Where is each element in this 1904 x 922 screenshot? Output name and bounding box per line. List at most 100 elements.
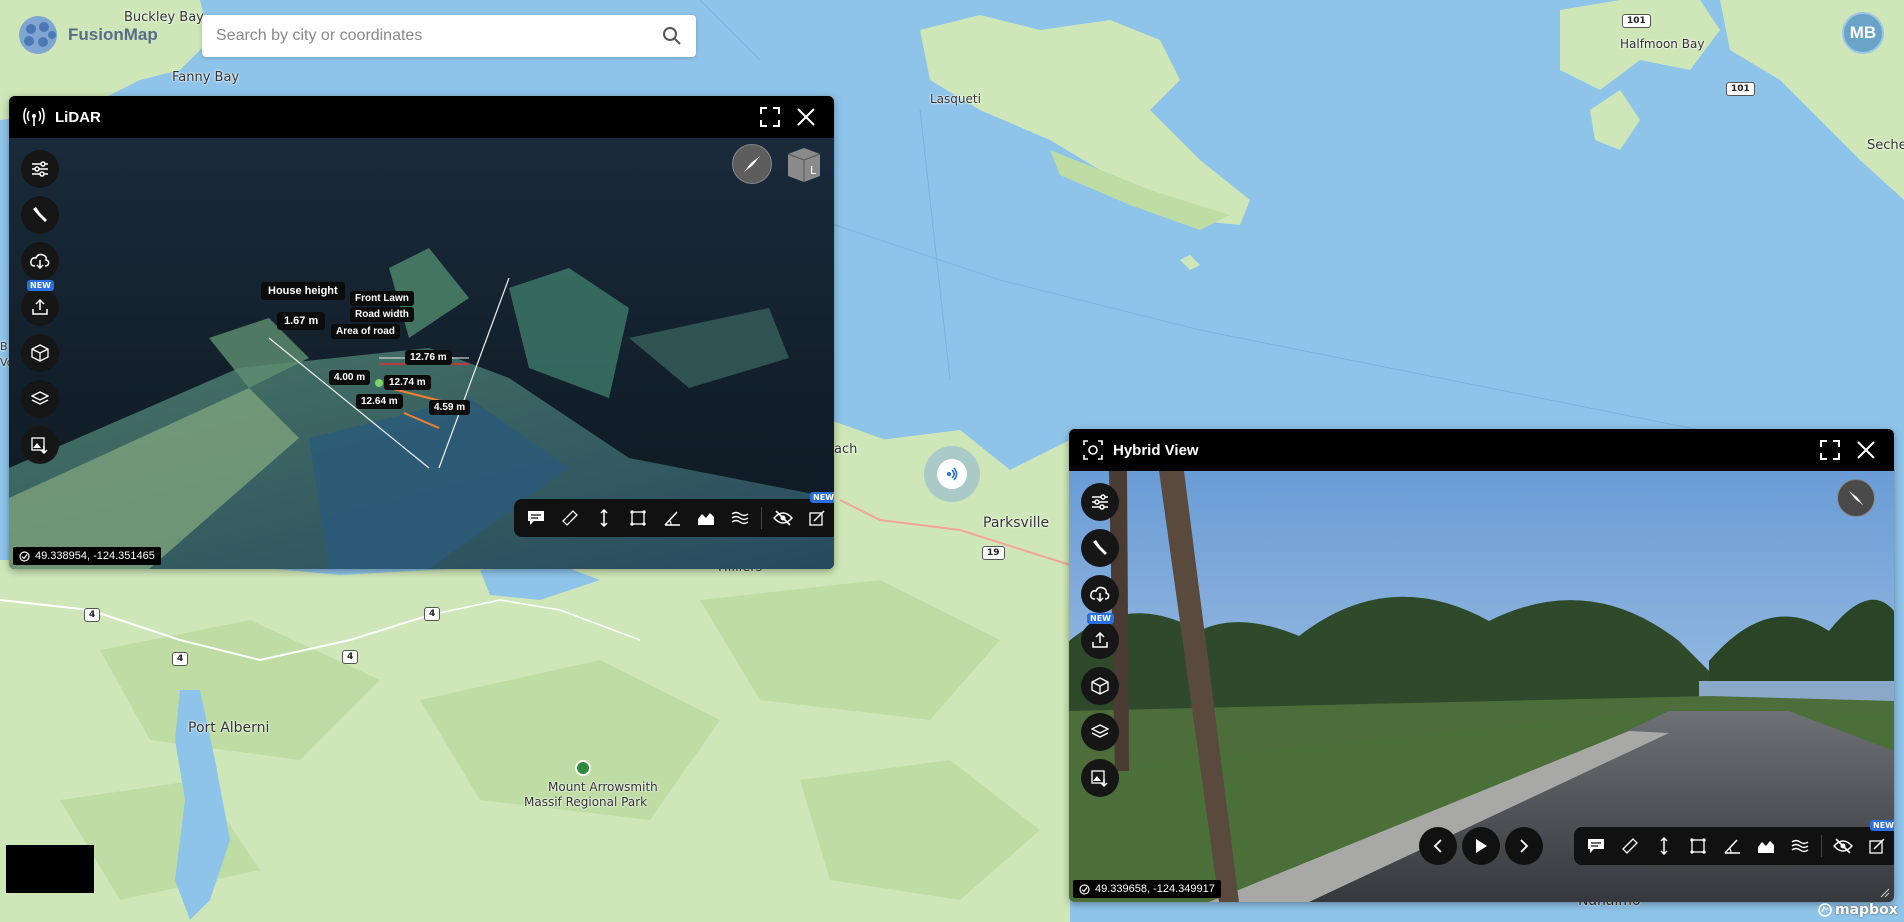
fullscreen-icon	[760, 107, 780, 127]
wrench-icon	[1093, 540, 1107, 555]
measure-area-button[interactable]	[622, 502, 654, 534]
profile-button[interactable]	[690, 502, 722, 534]
highway-shield: 4	[84, 608, 101, 622]
new-badge: NEW	[27, 280, 54, 291]
map-label: Massif Regional Park	[524, 795, 648, 809]
toolbar-divider	[1821, 835, 1822, 857]
layers-icon	[31, 391, 49, 405]
volume-button[interactable]	[1784, 830, 1816, 862]
settings-button[interactable]	[21, 150, 59, 188]
crop-icon	[1869, 838, 1885, 854]
upload-icon	[32, 298, 48, 315]
location-pulse-icon	[937, 459, 967, 489]
park-marker-icon[interactable]	[575, 760, 591, 776]
lidar-panel-title: LiDAR	[55, 108, 101, 126]
settings-button[interactable]	[1081, 483, 1119, 521]
map-label: Fanny Bay	[172, 70, 240, 85]
measure-distance-button[interactable]	[554, 502, 586, 534]
hide-measurements-button[interactable]	[767, 502, 799, 534]
measure-label[interactable]: 12.74 m	[384, 375, 431, 390]
brain-logo-icon	[19, 16, 57, 54]
cube-button[interactable]	[21, 334, 59, 372]
close-button[interactable]	[792, 103, 820, 131]
fullscreen-button[interactable]	[1816, 436, 1844, 464]
map-label: Halfmoon Bay	[1620, 37, 1705, 51]
next-frame-button[interactable]	[1505, 827, 1543, 865]
measure-label[interactable]: 4.59 m	[429, 400, 471, 415]
search-bar[interactable]	[202, 15, 696, 57]
measure-label[interactable]: Area of road	[331, 324, 400, 339]
hybrid-coordinates: 49.339658, -124.349917	[1073, 880, 1221, 898]
mapbox-logo-icon	[1818, 903, 1832, 917]
hide-measurements-button[interactable]	[1827, 830, 1859, 862]
annotation-button[interactable]	[1580, 830, 1612, 862]
measure-label[interactable]: Front Lawn	[350, 291, 414, 306]
measure-distance-button[interactable]	[1614, 830, 1646, 862]
measure-label[interactable]: 12.76 m	[405, 350, 452, 365]
cube-button[interactable]	[1081, 667, 1119, 705]
search-input[interactable]	[216, 27, 662, 45]
fullscreen-button[interactable]	[756, 103, 784, 131]
image-download-button[interactable]	[1081, 759, 1119, 797]
play-button[interactable]	[1462, 827, 1500, 865]
app-logo[interactable]: FusionMap	[14, 12, 158, 58]
measure-label[interactable]: 12.64 m	[356, 394, 403, 409]
waves-icon	[1791, 839, 1809, 853]
hybrid-viewport[interactable]: NEW NEW 49.339658, -124.349917	[1069, 471, 1894, 902]
close-icon	[1857, 441, 1875, 459]
app-name: FusionMap	[68, 25, 158, 44]
lidar-viewport[interactable]: House height 1.67 m Front Lawn Road widt…	[9, 138, 834, 569]
highway-shield: 19	[982, 546, 1005, 560]
volume-button[interactable]	[724, 502, 756, 534]
map-label: Mount Arrowsmith	[548, 780, 658, 794]
hybrid-panel-title: Hybrid View	[1113, 441, 1199, 459]
compass-button[interactable]	[1837, 479, 1875, 517]
layers-button[interactable]	[1081, 713, 1119, 751]
area-icon	[630, 510, 646, 526]
measure-label[interactable]: Road width	[350, 307, 414, 322]
annotation-button[interactable]	[520, 502, 552, 534]
previous-frame-button[interactable]	[1419, 827, 1457, 865]
viewcube-icon[interactable]: L	[784, 144, 824, 184]
profile-button[interactable]	[1750, 830, 1782, 862]
ruler-icon	[562, 510, 578, 526]
tools-button[interactable]	[21, 196, 59, 234]
image-download-button[interactable]	[21, 426, 59, 464]
layers-button[interactable]	[21, 380, 59, 418]
toolbar-divider	[761, 507, 762, 529]
compass-button[interactable]	[732, 144, 772, 184]
antenna-icon	[23, 107, 45, 126]
area-icon	[1690, 838, 1706, 854]
profile-icon	[698, 513, 714, 525]
measure-label[interactable]: 1.67 m	[277, 312, 326, 330]
new-tool-button[interactable]: NEW	[1861, 820, 1894, 862]
angle-icon	[664, 511, 680, 526]
measure-height-button[interactable]	[588, 502, 620, 534]
cloud-download-button[interactable]	[21, 242, 59, 280]
measure-area-button[interactable]	[1682, 830, 1714, 862]
measure-angle-button[interactable]	[1716, 830, 1748, 862]
measure-label[interactable]: 4.00 m	[329, 370, 371, 385]
highway-shield: 101	[1622, 14, 1651, 28]
upload-button[interactable]: NEW	[1081, 613, 1119, 659]
measure-label[interactable]: House height	[261, 282, 345, 300]
measure-angle-button[interactable]	[656, 502, 688, 534]
user-avatar[interactable]: MB	[1842, 12, 1884, 54]
mapbox-attribution[interactable]: mapbox	[1818, 902, 1898, 918]
search-icon[interactable]	[662, 26, 682, 46]
image-download-icon	[1091, 770, 1108, 787]
close-button[interactable]	[1852, 436, 1880, 464]
upload-button[interactable]: NEW	[21, 280, 59, 326]
resize-handle-icon[interactable]	[1880, 888, 1890, 898]
camera-location-marker[interactable]	[924, 446, 980, 502]
map-label: B	[0, 340, 8, 353]
angle-icon	[1724, 839, 1740, 854]
new-tool-button[interactable]: NEW	[801, 492, 834, 534]
hybrid-side-toolbar: NEW	[1081, 483, 1119, 797]
cloud-download-button[interactable]	[1081, 575, 1119, 613]
measure-height-button[interactable]	[1648, 830, 1680, 862]
playback-controls	[1419, 827, 1543, 865]
profile-icon	[1758, 841, 1774, 853]
minimap[interactable]	[6, 845, 94, 893]
tools-button[interactable]	[1081, 529, 1119, 567]
